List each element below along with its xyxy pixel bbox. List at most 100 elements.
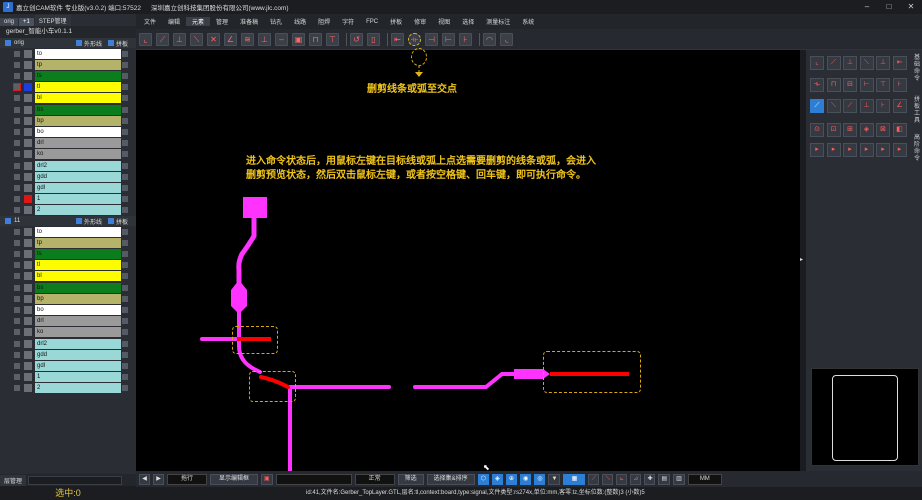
- command-1-1-icon[interactable]: ⊓: [826, 78, 841, 92]
- visibility-toggle-icon[interactable]: [14, 162, 20, 169]
- close-icon[interactable]: ✕: [900, 0, 922, 14]
- layer-options-icon[interactable]: [122, 207, 128, 214]
- layer-row[interactable]: gdd: [0, 171, 136, 182]
- layer-options-icon[interactable]: [122, 273, 128, 280]
- layer-color-swatch[interactable]: [24, 161, 32, 170]
- layer-options-icon[interactable]: [122, 295, 128, 302]
- layer-color-swatch[interactable]: [24, 283, 32, 292]
- menu-item-11[interactable]: 修审: [408, 17, 432, 26]
- layer-color-swatch[interactable]: [24, 361, 32, 370]
- layer-row[interactable]: drl: [0, 316, 136, 327]
- command-4-0-icon[interactable]: ▸: [810, 143, 824, 157]
- tool-split-icon[interactable]: ⊢: [442, 32, 455, 46]
- tool-join-icon[interactable]: ⇤: [391, 32, 404, 46]
- menu-item-4[interactable]: 准备稿: [234, 17, 264, 26]
- expand-arrow-icon[interactable]: ▸: [800, 256, 803, 263]
- tab-panel-tools[interactable]: 拼板工具: [912, 97, 922, 125]
- layout-icon[interactable]: ▥: [673, 473, 685, 485]
- layer-row[interactable]: tl: [0, 260, 136, 271]
- layer-options-icon[interactable]: [122, 84, 128, 91]
- visibility-toggle-icon[interactable]: [14, 207, 20, 214]
- layer-row[interactable]: ts: [0, 248, 136, 259]
- tab-layer-manager[interactable]: 层管理: [0, 474, 27, 486]
- layer-options-icon[interactable]: [122, 262, 128, 269]
- visibility-toggle-icon[interactable]: [14, 151, 20, 158]
- layer-row[interactable]: 2: [0, 205, 136, 216]
- checkbox-icon[interactable]: [108, 40, 114, 46]
- command-3-2-icon[interactable]: ⊞: [843, 123, 857, 137]
- layer-options-icon[interactable]: [122, 329, 128, 336]
- tool-arc-icon[interactable]: ◠: [483, 32, 496, 46]
- visibility-toggle-icon[interactable]: [14, 295, 20, 302]
- command-1-4-icon[interactable]: ⊤: [876, 78, 890, 92]
- filter-icon[interactable]: ▼: [548, 473, 561, 485]
- snap-a-icon[interactable]: ⟋: [588, 473, 600, 485]
- layer-options-icon[interactable]: [122, 362, 128, 369]
- layer-row[interactable]: 2: [0, 383, 136, 394]
- layer-color-swatch[interactable]: [24, 206, 32, 215]
- tool-fillet-icon[interactable]: ◟: [500, 32, 513, 46]
- visibility-toggle-icon[interactable]: [14, 329, 20, 336]
- command-1-2-icon[interactable]: ⊟: [843, 78, 857, 92]
- job-root[interactable]: gerber_智能小车v0.1.1: [0, 26, 136, 38]
- layer-color-swatch[interactable]: [24, 317, 32, 326]
- maximize-icon[interactable]: □: [878, 0, 900, 14]
- layer-options-icon[interactable]: [122, 318, 128, 325]
- checkbox-icon[interactable]: [5, 218, 11, 224]
- layer-color-swatch[interactable]: [24, 305, 32, 314]
- tool-break-icon[interactable]: ⊦: [459, 32, 472, 46]
- menu-item-13[interactable]: 选择: [456, 17, 480, 26]
- layer-options-icon[interactable]: [122, 284, 128, 291]
- layer-color-swatch[interactable]: [24, 350, 32, 359]
- layer-row[interactable]: ko: [0, 327, 136, 338]
- frame-icon[interactable]: ▣: [261, 473, 273, 485]
- layer-row[interactable]: to: [0, 48, 136, 59]
- tool-slope-icon[interactable]: ⟋: [156, 32, 169, 46]
- group-header-orig[interactable]: orig 外形线 拼板: [0, 38, 136, 48]
- tool-c-icon[interactable]: ⊕: [505, 473, 517, 485]
- crosshair-icon[interactable]: ✚: [644, 473, 656, 485]
- layer-color-swatch[interactable]: [24, 272, 32, 281]
- layer-row[interactable]: gdl: [0, 360, 136, 371]
- command-1-5-icon[interactable]: ⊦: [892, 78, 907, 92]
- visibility-toggle-icon[interactable]: [14, 72, 20, 79]
- tab-basic-commands[interactable]: 基础命令: [912, 55, 922, 83]
- layer-row[interactable]: 1: [0, 372, 136, 383]
- layer-options-icon[interactable]: [122, 340, 128, 347]
- command-2-5-icon[interactable]: ∠: [892, 99, 907, 113]
- next-icon[interactable]: ▶: [153, 473, 164, 485]
- command-4-3-icon[interactable]: ▸: [859, 143, 874, 157]
- grid-toggle-icon[interactable]: ▤: [658, 473, 671, 485]
- layer-row[interactable]: tp: [0, 237, 136, 248]
- menu-item-14[interactable]: 测量标注: [480, 17, 516, 26]
- layer-color-swatch[interactable]: [24, 60, 32, 69]
- layer-color-swatch[interactable]: [24, 83, 32, 92]
- layer-color-swatch[interactable]: [24, 71, 32, 80]
- checkbox-icon[interactable]: [5, 40, 11, 46]
- visibility-toggle-icon[interactable]: [14, 50, 20, 57]
- menu-item-1[interactable]: 编辑: [162, 17, 186, 26]
- layer-row[interactable]: bp: [0, 293, 136, 304]
- minimap[interactable]: [811, 368, 919, 466]
- layer-color-swatch[interactable]: [24, 227, 32, 236]
- cam-canvas[interactable]: 删剪线条或弧至交点 进入命令状态后，用鼠标左键在目标线或弧上点选需要删剪的线条或…: [136, 48, 806, 473]
- layer-row[interactable]: ts: [0, 70, 136, 81]
- checkbox-icon[interactable]: [108, 218, 114, 224]
- command-2-0-icon[interactable]: ⟋: [810, 99, 824, 113]
- visibility-toggle-icon[interactable]: [14, 385, 20, 392]
- tool-minus-icon[interactable]: –: [275, 32, 288, 46]
- layer-options-icon[interactable]: [122, 151, 128, 158]
- command-4-2-icon[interactable]: ▸: [843, 143, 857, 157]
- tool-d-icon[interactable]: ◉: [519, 473, 532, 485]
- layer-color-swatch[interactable]: [24, 294, 32, 303]
- menu-item-6[interactable]: 线路: [288, 17, 312, 26]
- layer-options-icon[interactable]: [122, 228, 128, 235]
- command-0-0-icon[interactable]: ⌞: [810, 56, 824, 70]
- command-3-5-icon[interactable]: ◧: [892, 123, 907, 137]
- tool-pad-icon[interactable]: ⊥: [173, 32, 186, 46]
- layer-color-swatch[interactable]: [24, 49, 32, 58]
- layer-options-icon[interactable]: [122, 106, 128, 113]
- layer-options-icon[interactable]: [122, 117, 128, 124]
- visibility-toggle-icon[interactable]: [14, 140, 20, 147]
- grid-icon[interactable]: ▦: [563, 473, 586, 485]
